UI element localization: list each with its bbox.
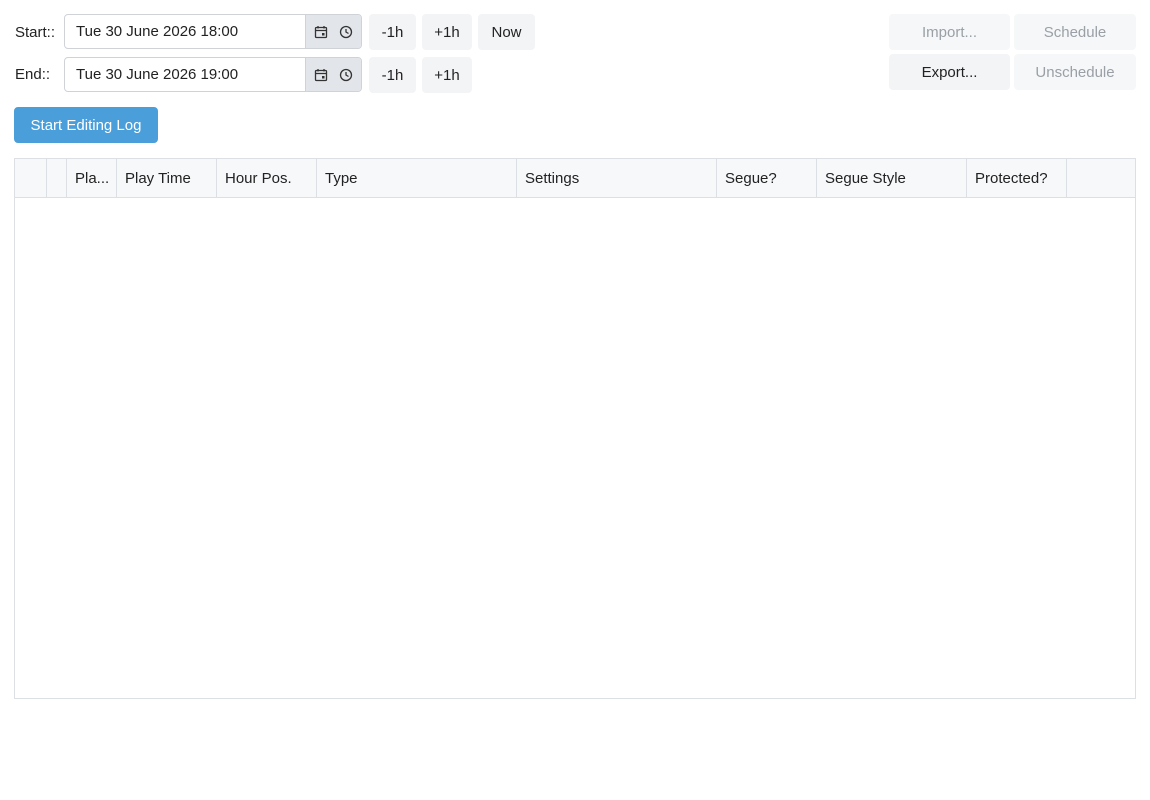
column-header-segue-style[interactable]: Segue Style <box>817 159 967 197</box>
column-header-play-time[interactable]: Play Time <box>117 159 217 197</box>
column-header-select[interactable] <box>15 159 47 197</box>
clock-icon[interactable] <box>339 25 353 39</box>
log-table-body <box>15 198 1135 698</box>
column-header-play[interactable]: Pla... <box>67 159 117 197</box>
start-editing-log-button[interactable]: Start Editing Log <box>14 107 158 143</box>
column-header-hour-pos[interactable]: Hour Pos. <box>217 159 317 197</box>
start-plus-hour-button[interactable]: +1h <box>422 14 472 50</box>
column-header-actions[interactable] <box>1067 159 1135 197</box>
end-picker-addon <box>305 58 361 91</box>
column-header-settings[interactable]: Settings <box>517 159 717 197</box>
import-button[interactable]: Import... <box>889 14 1010 50</box>
end-label: End:: <box>15 66 51 83</box>
calendar-icon[interactable] <box>314 68 328 82</box>
column-header-type[interactable]: Type <box>317 159 517 197</box>
end-plus-hour-button[interactable]: +1h <box>422 57 472 93</box>
calendar-icon[interactable] <box>314 25 328 39</box>
start-datetime-field <box>64 14 362 49</box>
column-header-protected[interactable]: Protected? <box>967 159 1067 197</box>
end-minus-hour-button[interactable]: -1h <box>369 57 416 93</box>
export-button[interactable]: Export... <box>889 54 1010 90</box>
log-table-header: Pla... Play Time Hour Pos. Type Settings… <box>15 159 1135 198</box>
column-header-drag[interactable] <box>47 159 67 197</box>
start-label: Start:: <box>15 24 56 41</box>
log-table: Pla... Play Time Hour Pos. Type Settings… <box>14 158 1136 699</box>
schedule-button[interactable]: Schedule <box>1014 14 1136 50</box>
clock-icon[interactable] <box>339 68 353 82</box>
end-datetime-input[interactable] <box>65 58 305 91</box>
unschedule-button[interactable]: Unschedule <box>1014 54 1136 90</box>
end-datetime-field <box>64 57 362 92</box>
start-picker-addon <box>305 15 361 48</box>
start-now-button[interactable]: Now <box>478 14 535 50</box>
start-datetime-input[interactable] <box>65 15 305 48</box>
column-header-segue[interactable]: Segue? <box>717 159 817 197</box>
start-minus-hour-button[interactable]: -1h <box>369 14 416 50</box>
